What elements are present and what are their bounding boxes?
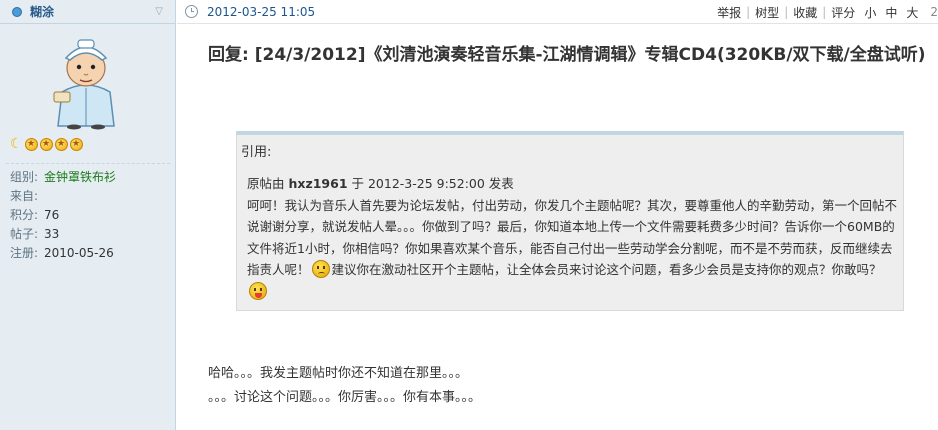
- tree-view-link[interactable]: 树型: [755, 4, 779, 21]
- separator: |: [746, 5, 751, 19]
- post-floor-number: 2: [930, 5, 938, 19]
- star-rank-icon: ★: [54, 137, 68, 151]
- rank-stars: ☾ ★ ★ ★ ★: [10, 137, 83, 151]
- info-value: 2010-05-26: [44, 246, 114, 260]
- quote-author-suffix: 于 2012-3-25 9:52:00 发表: [347, 176, 514, 191]
- quote-source: 原帖由 hxz1961 于 2012-3-25 9:52:00 发表: [247, 173, 899, 195]
- info-label: 组别:: [10, 170, 39, 184]
- font-size-medium-link[interactable]: 中: [885, 4, 897, 21]
- separator: |: [784, 5, 789, 19]
- post-time: 2012-03-25 11:05: [207, 4, 316, 19]
- username-link[interactable]: 糊涂: [30, 3, 54, 20]
- user-info-registered: 注册: 2010-05-26: [10, 244, 116, 263]
- favorite-link[interactable]: 收藏: [793, 4, 817, 21]
- moon-rank-icon: ☾: [10, 136, 23, 152]
- user-info-posts: 帖子: 33: [10, 225, 116, 244]
- user-sidebar: 糊涂 ▽ ☾ ★ ★ ★ ★ 组别: 金钟罩铁布衫 来自: 积分: 76 帖子:…: [0, 0, 176, 430]
- star-rank-icon: ★: [39, 137, 53, 151]
- info-value: 76: [44, 208, 60, 222]
- reply-content: 哈哈。。。我发主题帖时你还不知道在那里。。。 。。。讨论这个问题。。。你厉害。。…: [208, 362, 481, 410]
- separator: |: [822, 5, 827, 19]
- user-info-from: 来自:: [10, 187, 116, 206]
- post-actions: 举报 | 树型 | 收藏 | 评分 小 中 大 2: [717, 0, 938, 24]
- cartoon-monk-avatar[interactable]: [48, 34, 124, 130]
- tongue-face-emoticon: [249, 281, 267, 300]
- quote-body: 原帖由 hxz1961 于 2012-3-25 9:52:00 发表 呵呵！我认…: [241, 173, 899, 302]
- clock-icon: [185, 5, 198, 18]
- user-info-group: 组别: 金钟罩铁布衫: [10, 168, 116, 187]
- quote-label: 引用:: [241, 145, 272, 160]
- star-rank-icon: ★: [69, 137, 83, 151]
- quote-text-2: 建议你在激动社区开个主题帖，让全体会员来讨论这个问题，看多少会员是支持你的观点？…: [331, 262, 882, 277]
- star-rank-icon: ★: [24, 137, 38, 151]
- post-title: 回复: [24/3/2012]《刘清池演奏轻音乐集-江湖情调辑》专辑CD4(32…: [208, 45, 926, 65]
- quote-block: 引用: 原帖由 hxz1961 于 2012-3-25 9:52:00 发表 呵…: [236, 131, 904, 311]
- chevron-down-icon[interactable]: ▽: [155, 6, 163, 17]
- user-header: 糊涂 ▽: [0, 0, 175, 24]
- rate-link[interactable]: 评分: [831, 4, 855, 21]
- online-status-icon: [12, 6, 22, 17]
- info-label: 注册:: [10, 246, 39, 260]
- reply-line: 哈哈。。。我发主题帖时你还不知道在那里。。。: [208, 366, 469, 381]
- info-label: 帖子:: [10, 227, 39, 241]
- reply-line: 。。。讨论这个问题。。。你厉害。。。你有本事。。。: [208, 390, 482, 405]
- user-info-points: 积分: 76: [10, 206, 116, 225]
- sad-face-emoticon: [311, 260, 330, 278]
- info-label: 来自:: [10, 189, 39, 203]
- user-group-link[interactable]: 金钟罩铁布衫: [44, 168, 116, 187]
- divider: [6, 163, 170, 164]
- quote-author-prefix: 原帖由: [247, 176, 289, 191]
- report-link[interactable]: 举报: [717, 4, 741, 21]
- info-label: 积分:: [10, 208, 39, 222]
- font-size-small-link[interactable]: 小: [864, 4, 876, 21]
- quote-author: hxz1961: [288, 176, 348, 191]
- font-size-large-link[interactable]: 大: [906, 4, 918, 21]
- user-info-list: 组别: 金钟罩铁布衫 来自: 积分: 76 帖子: 33 注册: 2010-05…: [10, 168, 116, 263]
- info-value: 33: [44, 227, 60, 241]
- post-meta-bar: 2012-03-25 11:05 举报 | 树型 | 收藏 | 评分 小 中 大…: [177, 0, 938, 24]
